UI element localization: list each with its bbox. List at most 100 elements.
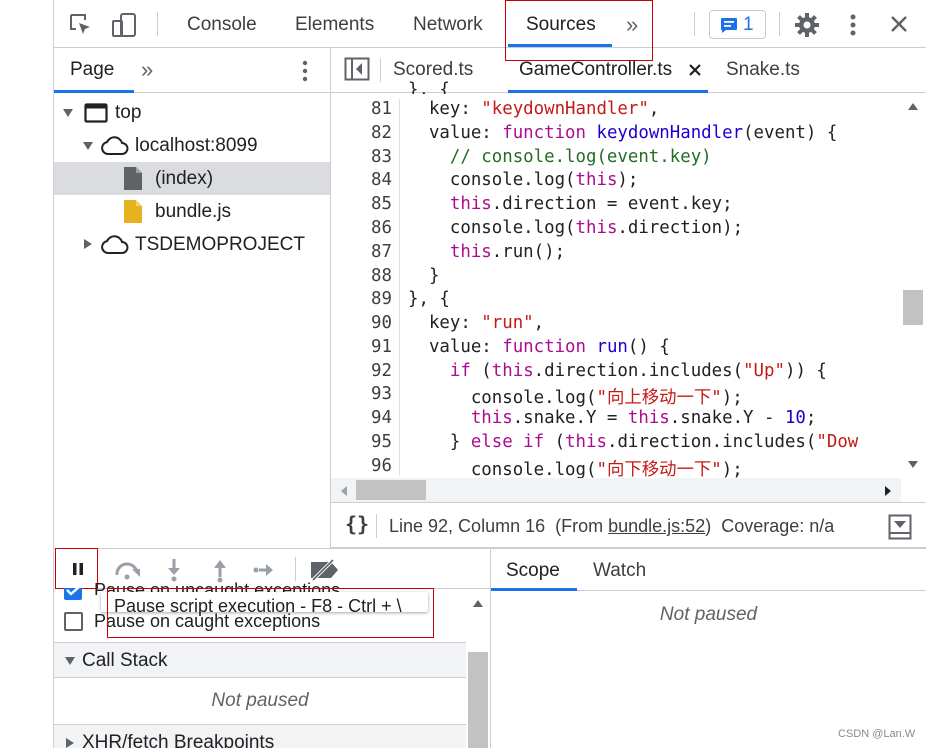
editor-horizontal-scrollbar[interactable] (331, 478, 901, 502)
toggle-debugger-sidebar-icon[interactable] (888, 514, 912, 540)
toolbar-divider (157, 12, 158, 36)
line-number[interactable]: 90 (332, 313, 392, 333)
scroll-right-arrow-icon[interactable] (883, 485, 893, 497)
debugger-sidebar-scrollbar[interactable] (466, 590, 490, 748)
code-line[interactable]: key: "keydownHandler", (408, 99, 659, 119)
debugger-scroll-thumb[interactable] (468, 652, 488, 748)
tab-console[interactable]: Console (187, 14, 257, 36)
line-number[interactable]: 83 (332, 147, 392, 167)
collapse-arrow-icon[interactable] (82, 238, 94, 250)
tab-watch[interactable]: Watch (593, 560, 646, 582)
code-line[interactable]: } else if (this.direction.includes("Dow (408, 432, 858, 452)
editor-tab-scored[interactable]: Scored.ts (393, 59, 473, 81)
navigator-more-button[interactable]: » (141, 57, 153, 83)
editor-vertical-scroll-thumb[interactable] (903, 290, 923, 325)
deactivate-breakpoints-icon[interactable] (309, 559, 341, 581)
line-number[interactable]: 95 (332, 432, 392, 452)
more-options-icon[interactable] (843, 12, 863, 38)
step-icon[interactable] (252, 561, 276, 579)
code-token: "Dow (816, 432, 859, 452)
editor-tab-snake[interactable]: Snake.ts (726, 59, 800, 81)
toolbar-divider (694, 12, 695, 36)
tab-network[interactable]: Network (413, 14, 483, 36)
settings-gear-icon[interactable] (794, 12, 820, 38)
expand-arrow-icon[interactable] (64, 655, 76, 667)
expand-arrow-icon[interactable] (62, 107, 74, 119)
inspect-element-icon[interactable] (68, 12, 94, 38)
code-line[interactable]: }, { (408, 289, 450, 309)
scroll-up-arrow-icon[interactable] (907, 101, 919, 111)
code-token: ); (721, 388, 743, 408)
line-number[interactable]: 94 (332, 408, 392, 428)
code-line[interactable]: } (408, 266, 439, 286)
editor-vertical-scrollbar[interactable] (901, 94, 926, 478)
call-stack-title: Call Stack (82, 650, 168, 671)
issues-badge[interactable]: 1 (709, 10, 766, 39)
tree-item-index[interactable]: (index) (155, 168, 213, 190)
line-number[interactable]: 91 (332, 337, 392, 357)
line-number[interactable]: 85 (332, 194, 392, 214)
code-token: console.log( (408, 170, 576, 190)
code-token: .direction.includes( (533, 361, 744, 381)
code-line[interactable]: value: function keydownHandler(event) { (408, 123, 837, 143)
tree-item-bundle[interactable]: bundle.js (155, 201, 231, 223)
code-line[interactable]: console.log("向上移动一下"); (408, 384, 743, 409)
editor-tab-active-indicator (508, 90, 708, 93)
pause-caught-checkbox[interactable] (64, 612, 83, 631)
code-line[interactable]: // console.log(event.key) (408, 147, 712, 167)
tree-item-tsdemoproject[interactable]: TSDEMOPROJECT (135, 234, 305, 256)
code-line[interactable]: console.log(this.direction); (408, 218, 743, 238)
pause-icon[interactable] (70, 561, 86, 577)
collapse-arrow-icon[interactable] (64, 737, 76, 748)
line-number[interactable]: 87 (332, 242, 392, 262)
code-token: } (408, 266, 440, 286)
code-line[interactable]: this.direction = event.key; (408, 194, 733, 214)
code-line[interactable]: console.log(this); (408, 170, 639, 190)
pause-uncaught-checkbox[interactable] (64, 588, 82, 600)
line-number[interactable]: 81 (332, 99, 392, 119)
line-number[interactable]: 86 (332, 218, 392, 238)
scroll-left-arrow-icon[interactable] (339, 485, 349, 497)
code-token: ( (470, 361, 492, 381)
close-tab-icon[interactable] (688, 63, 702, 77)
toolbar-divider (779, 12, 780, 36)
scroll-up-arrow-icon[interactable] (472, 598, 484, 608)
tab-scope[interactable]: Scope (506, 560, 560, 582)
code-token: else if (470, 432, 545, 452)
code-line[interactable]: value: function run() { (408, 337, 670, 357)
expand-arrow-icon[interactable] (82, 140, 94, 152)
device-toolbar-icon[interactable] (110, 11, 138, 39)
code-line[interactable]: this.run(); (408, 242, 565, 262)
source-map-link[interactable]: bundle.js:52 (608, 516, 705, 536)
tree-item-localhost[interactable]: localhost:8099 (135, 135, 258, 157)
navigator-tab-page[interactable]: Page (70, 59, 114, 81)
editor-horizontal-scroll-thumb[interactable] (356, 480, 426, 500)
code-line[interactable]: key: "run", (408, 313, 544, 333)
issues-count: 1 (743, 14, 754, 35)
call-stack-empty-message: Not paused (211, 690, 309, 711)
line-number[interactable]: 93 (332, 384, 392, 404)
line-number[interactable]: 88 (332, 266, 392, 286)
tree-item-top[interactable]: top (115, 102, 141, 124)
step-over-icon[interactable] (113, 559, 143, 581)
message-icon (721, 18, 737, 33)
code-token: // console.log(event.key) (408, 147, 712, 167)
tab-elements[interactable]: Elements (295, 14, 374, 36)
line-number[interactable]: 92 (332, 361, 392, 381)
scroll-down-arrow-icon[interactable] (907, 460, 919, 470)
toggle-navigator-icon[interactable] (344, 57, 370, 81)
line-number[interactable]: 89 (332, 289, 392, 309)
coverage-status: Coverage: n/a (721, 516, 835, 536)
code-token: .direction.includes( (606, 432, 817, 452)
checkmark-icon (66, 588, 80, 596)
pretty-print-button[interactable]: {} (345, 512, 369, 536)
code-line[interactable]: this.snake.Y = this.snake.Y - 10; (408, 408, 817, 428)
editor-tab-gamecontroller[interactable]: GameController.ts (519, 59, 672, 81)
navigator-menu-icon[interactable] (295, 58, 315, 84)
code-line[interactable]: if (this.direction.includes("Up")) { (408, 361, 827, 381)
line-number[interactable]: 82 (332, 123, 392, 143)
line-number[interactable]: 84 (332, 170, 392, 190)
close-devtools-icon[interactable] (889, 14, 909, 34)
line-number[interactable]: 96 (332, 456, 392, 476)
